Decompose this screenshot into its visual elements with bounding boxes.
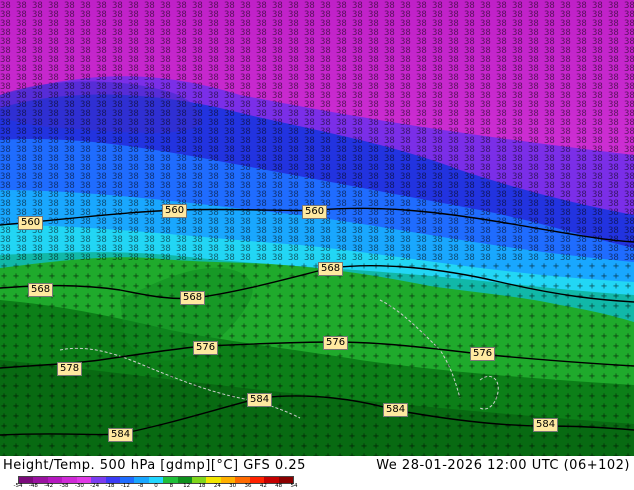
colorbar-tick-label: 0 [154,483,158,489]
contour-label: 584 [247,393,273,407]
colorbar-tick-label: 48 [275,483,283,489]
map-footer: Height/Temp. 500 hPa [gdmp][°C] GFS 0.25… [0,456,634,490]
contour-label: 584 [533,418,559,432]
contour-label: 576 [193,341,219,355]
contour-label: 568 [318,262,344,276]
colorbar-tick-label: -48 [28,483,38,489]
colorbar-tick-label: -38 [59,483,69,489]
temperature-digit-texture [0,0,634,260]
colorbar-tick-label: 8 [169,483,174,489]
map-canvas: 38 + [0,0,634,456]
colorbar-tick-label: 24 [213,483,221,489]
colorbar-tick-label: 42 [259,483,267,489]
contour-label: 560 [18,216,44,230]
colorbar-tick-label: 30 [229,483,237,489]
colorbar-tick-label: -8 [137,483,144,489]
colorbar-tick-label: 18 [198,483,206,489]
colorbar-tick-label: 54 [290,483,298,489]
contour-label: 584 [383,403,409,417]
contour-label: 576 [323,336,349,350]
weather-map: 38 + [0,0,634,456]
colorbar-tick-label: 12 [183,483,191,489]
colorbar-tick-label: -54 [13,483,23,489]
colorbar-tick-label: 36 [244,483,252,489]
contour-label: 568 [28,283,54,297]
map-timestamp: We 28-01-2026 12:00 UTC (06+102) [376,458,630,473]
colorbar-ticks: -54 -48 -42 -38 -30 -24 -18 -12 -8 0 8 12 18 24 30 36 42… [14,483,304,490]
colorbar-tick-label: -42 [44,483,54,489]
map-title: Height/Temp. 500 hPa [gdmp][°C] GFS 0.25 [3,458,306,473]
contour-label: 578 [57,362,83,376]
contour-label: 560 [162,204,188,218]
contour-label: 568 [180,291,206,305]
colorbar-tick-label: -24 [90,483,100,489]
colorbar-tick-label: -12 [120,483,130,489]
contour-label: 560 [302,205,328,219]
colorbar-tick-label: -18 [105,483,115,489]
contour-label: 584 [108,428,134,442]
colorbar-tick-label: -30 [74,483,84,489]
contour-label: 576 [470,347,496,361]
